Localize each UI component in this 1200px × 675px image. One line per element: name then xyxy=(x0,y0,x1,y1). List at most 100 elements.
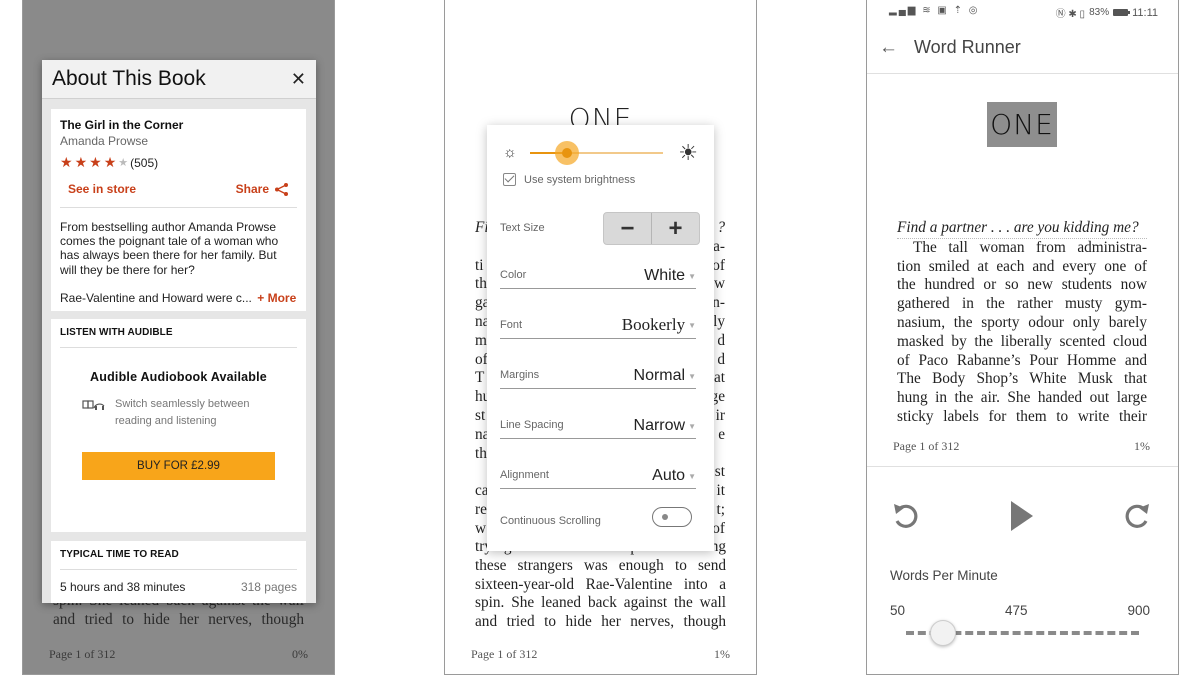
dialog-header: About This Book ✕ xyxy=(42,60,316,99)
about-book-screen: spin. She leaned back against the wall a… xyxy=(22,0,335,675)
current-word-highlight: ONE xyxy=(987,102,1057,147)
wpm-max: 900 xyxy=(1127,603,1150,618)
more-link[interactable]: + More xyxy=(257,291,296,305)
margins-select[interactable]: Margins Normal ▼ xyxy=(500,359,696,389)
setting-label: Font xyxy=(500,319,523,331)
back-arrow-icon[interactable]: ← xyxy=(879,37,898,59)
selected-value: Normal xyxy=(633,367,686,384)
text-line: sticky labels for them to write their xyxy=(897,407,1147,425)
progress-percent: 1% xyxy=(1134,439,1150,453)
description-line: will they be there for her? xyxy=(60,262,195,277)
setting-label: Color xyxy=(500,269,527,281)
action-links: See in store Share xyxy=(60,181,297,197)
wpm-mid: 475 xyxy=(1005,603,1028,618)
display-settings-panel: ☼ ☀ Use system brightness Text Size − + … xyxy=(487,125,714,551)
divider xyxy=(867,466,1178,467)
page-indicator: Page 1 of 312 xyxy=(893,439,960,453)
see-in-store-link[interactable]: See in store xyxy=(68,182,136,196)
status-icons-left: ▂▄▆ ≋ ▣ ⇡ ◎ xyxy=(889,5,980,16)
use-system-brightness-option[interactable]: Use system brightness xyxy=(503,173,635,186)
progress-percent: 0% xyxy=(292,647,308,661)
page-title: Word Runner xyxy=(914,37,1021,57)
progress-percent: 1% xyxy=(714,647,730,661)
close-icon[interactable]: ✕ xyxy=(291,69,306,90)
star-empty-icon: ★ xyxy=(118,157,129,169)
text-line: and tried to hide her nerves, though xyxy=(475,613,726,631)
audible-feature-text: Switch seamlessly between reading and li… xyxy=(115,396,250,430)
book-title: The Girl in the Corner xyxy=(60,118,184,132)
continuous-scrolling-toggle[interactable] xyxy=(652,507,692,527)
continuous-scrolling-row: Continuous Scrolling xyxy=(500,507,692,529)
status-bar: ▂▄▆ ≋ ▣ ⇡ ◎ Ⓝ ✱ ▯ 83% 11:11 xyxy=(867,0,1178,22)
page-count: 318 pages xyxy=(240,580,297,594)
text-line: The tall woman from administra- xyxy=(913,238,1147,256)
book-description: From bestselling author Amanda Prowse co… xyxy=(60,220,297,277)
decrease-text-size-button[interactable]: − xyxy=(604,213,651,244)
nfc-bluetooth-vibrate-icons: Ⓝ ✱ ▯ xyxy=(1055,9,1086,20)
play-icon[interactable] xyxy=(1009,500,1035,532)
buy-audiobook-button[interactable]: BUY FOR £2.99 xyxy=(82,452,275,480)
selected-value: White xyxy=(644,267,686,284)
battery-icon xyxy=(1113,9,1131,16)
font-select[interactable]: Font Bookerly ▼ xyxy=(500,309,696,339)
divider xyxy=(60,347,297,348)
checkbox-checked-icon[interactable] xyxy=(503,173,516,186)
brightness-slider[interactable] xyxy=(530,141,663,165)
selected-value: Bookerly xyxy=(621,315,686,334)
color-select[interactable]: Color White ▼ xyxy=(500,259,696,289)
setting-label: Alignment xyxy=(500,469,549,481)
toggle-knob xyxy=(662,514,668,520)
text-line: Find a partner . . . are you kidding me? xyxy=(897,219,1147,239)
section-heading: LISTEN WITH AUDIBLE xyxy=(60,327,173,338)
text-line: the hundred or so new students now xyxy=(897,276,1147,294)
divider xyxy=(60,207,297,208)
wpm-label: Words Per Minute xyxy=(890,568,998,583)
audible-heading: Audible Audiobook Available xyxy=(90,370,267,384)
section-heading: TYPICAL TIME TO READ xyxy=(60,549,179,560)
line-spacing-select[interactable]: Line Spacing Narrow ▼ xyxy=(500,409,696,439)
dropdown-caret-icon: ▼ xyxy=(688,421,696,431)
dropdown-caret-icon: ▼ xyxy=(688,271,696,281)
brightness-high-icon: ☀ xyxy=(678,140,698,165)
star-filled-icon: ★ xyxy=(60,154,73,170)
text-line: sixteen-year-old Rae-Valentine into a xyxy=(475,575,726,593)
dropdown-caret-icon: ▼ xyxy=(688,371,696,381)
app-bar: ← Word Runner xyxy=(867,22,1178,74)
read-time-card: TYPICAL TIME TO READ 5 hours and 38 minu… xyxy=(51,541,306,603)
setting-value: Normal ▼ xyxy=(634,367,696,385)
increase-text-size-button[interactable]: + xyxy=(651,213,699,244)
setting-value: Auto ▼ xyxy=(652,467,696,485)
feature-line: Switch seamlessly between xyxy=(115,398,250,410)
book-teaser: Rae-Valentine and Howard were c... + Mor… xyxy=(60,291,297,305)
audible-feature: Switch seamlessly between reading and li… xyxy=(60,396,297,430)
wpm-slider-thumb[interactable] xyxy=(930,620,957,646)
alignment-select[interactable]: Alignment Auto ▼ xyxy=(500,459,696,489)
text-line: hung in the air. She handed out large xyxy=(897,389,1147,407)
rewind-icon[interactable] xyxy=(891,500,921,532)
about-book-dialog: About This Book ✕ The Girl in the Corner… xyxy=(42,60,316,603)
text-line: gathered in the rather musty gym- xyxy=(897,295,1147,313)
review-count: (505) xyxy=(130,155,159,170)
status-icons-right: Ⓝ ✱ ▯ 83% 11:11 xyxy=(1055,5,1158,21)
text-line: tion smiled at each and every one of xyxy=(897,257,1147,275)
thumb-center xyxy=(562,148,573,158)
book-text: trying to seek out a partner among these… xyxy=(475,538,726,632)
feature-line: reading and listening xyxy=(115,415,217,427)
dialog-title: About This Book xyxy=(52,67,206,90)
forward-icon[interactable] xyxy=(1122,500,1152,532)
setting-label: Margins xyxy=(500,369,540,381)
description-line: has always been there for her family. Bu… xyxy=(60,248,277,263)
text-line: and tried to hide her nerves, though xyxy=(53,610,304,628)
text-line: these strangers was enough to send xyxy=(475,556,726,574)
selected-value: Auto xyxy=(652,467,686,484)
text-line: of Paco Rabanne’s Pour Homme and xyxy=(897,351,1147,369)
share-button[interactable]: Share xyxy=(236,182,289,197)
setting-label: Line Spacing xyxy=(500,419,564,431)
brightness-slider-row: ☼ ☀ xyxy=(503,140,698,165)
share-icon xyxy=(275,182,288,196)
audible-card: LISTEN WITH AUDIBLE Audible Audiobook Av… xyxy=(51,319,306,532)
brightness-slider-thumb[interactable] xyxy=(555,141,580,165)
page-indicator: Page 1 of 312 xyxy=(471,647,538,661)
setting-value: Narrow ▼ xyxy=(634,417,696,435)
read-time-row: 5 hours and 38 minutes 318 pages xyxy=(60,580,297,594)
